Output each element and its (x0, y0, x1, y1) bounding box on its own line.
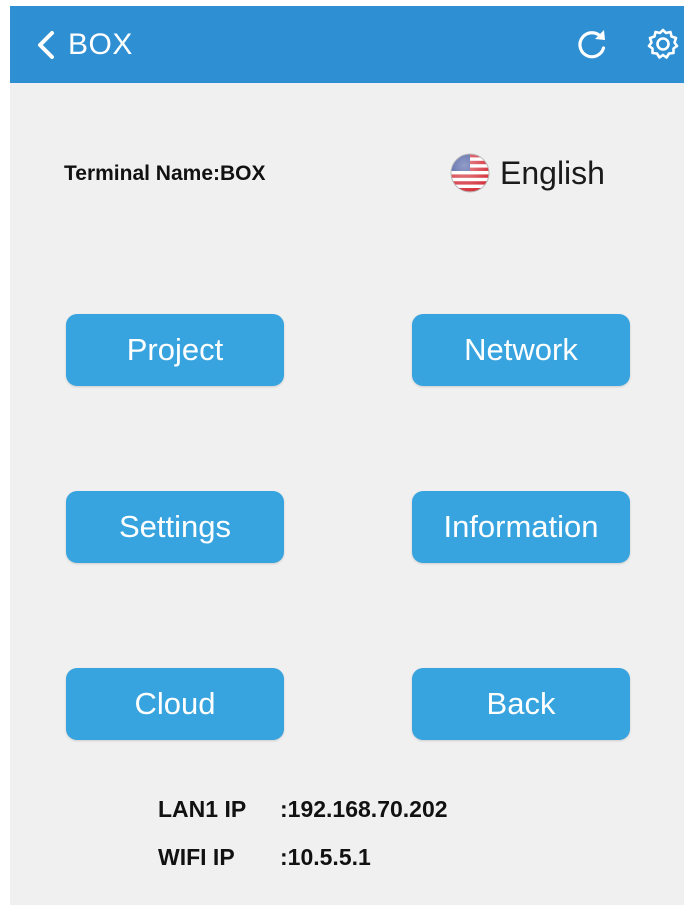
refresh-icon[interactable] (574, 26, 610, 62)
page-title: BOX (68, 28, 133, 61)
top-bar: BOX (10, 6, 684, 83)
app-screen: BOX Terminal Name:BOX English Project Ne… (10, 6, 684, 905)
us-flag-icon (450, 153, 490, 193)
terminal-name-label: Terminal Name:BOX (64, 162, 266, 185)
wifi-ip-row: WIFI IP :10.5.5.1 (158, 842, 371, 872)
chevron-left-icon[interactable] (32, 28, 62, 62)
wifi-ip-value: :10.5.5.1 (280, 844, 371, 870)
settings-button[interactable]: Settings (66, 491, 284, 563)
wifi-ip-label: WIFI IP (158, 844, 235, 870)
language-selector[interactable]: English (448, 148, 605, 198)
cloud-button[interactable]: Cloud (66, 668, 284, 740)
lan1-ip-value: :192.168.70.202 (280, 796, 448, 822)
lan1-ip-row: LAN1 IP :192.168.70.202 (158, 794, 448, 824)
lan1-ip-label: LAN1 IP (158, 796, 247, 822)
back-button[interactable]: Back (412, 668, 630, 740)
network-button[interactable]: Network (412, 314, 630, 386)
project-button[interactable]: Project (66, 314, 284, 386)
gear-icon[interactable] (646, 27, 680, 61)
language-label: English (500, 154, 605, 191)
information-button[interactable]: Information (412, 491, 630, 563)
